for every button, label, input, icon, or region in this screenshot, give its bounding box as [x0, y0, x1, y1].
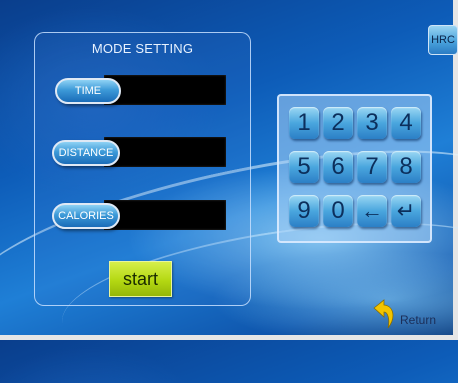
return-button[interactable]: Return	[370, 298, 450, 334]
key-7[interactable]: 7	[357, 151, 387, 183]
key-4[interactable]: 4	[391, 107, 421, 139]
key-3[interactable]: 3	[357, 107, 387, 139]
panel-title: MODE SETTING	[91, 41, 194, 56]
key-6[interactable]: 6	[323, 151, 353, 183]
key-2[interactable]: 2	[323, 107, 353, 139]
key-0[interactable]: 0	[323, 195, 353, 227]
calories-field[interactable]	[104, 200, 226, 230]
return-label: Return	[400, 313, 437, 327]
enter-key[interactable]: ↵	[391, 195, 421, 227]
key-8[interactable]: 8	[391, 151, 421, 183]
time-field[interactable]	[104, 75, 226, 105]
key-9[interactable]: 9	[289, 195, 319, 227]
key-1[interactable]: 1	[289, 107, 319, 139]
distance-button[interactable]: DISTANCE	[52, 140, 120, 166]
time-button[interactable]: TIME	[55, 78, 121, 104]
return-arrow-icon	[373, 299, 394, 329]
key-5[interactable]: 5	[289, 151, 319, 183]
distance-field[interactable]	[104, 137, 226, 167]
hrc-button[interactable]: HRC	[428, 25, 458, 55]
calories-button[interactable]: CALORIES	[52, 203, 120, 229]
start-button[interactable]: start	[109, 261, 172, 297]
backspace-key[interactable]: ←	[357, 195, 387, 227]
